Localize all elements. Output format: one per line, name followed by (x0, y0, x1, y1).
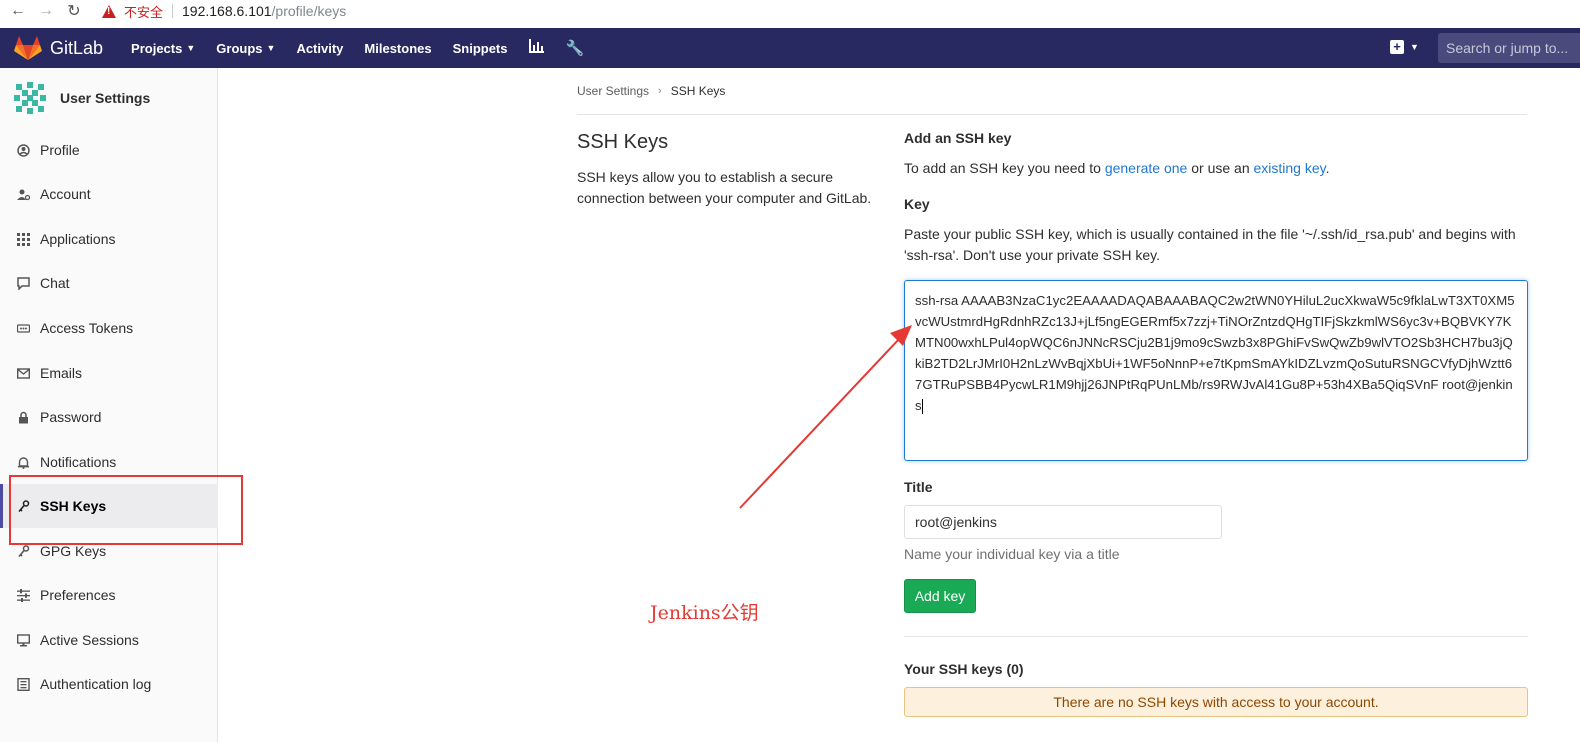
sidebar-item-preferences[interactable]: Preferences (0, 573, 218, 617)
add-key-description: To add an SSH key you need to generate o… (904, 160, 1330, 176)
authentication-log-icon (16, 677, 30, 691)
breadcrumb: User Settings › SSH Keys (577, 84, 725, 98)
chevron-down-icon: ▼ (1410, 42, 1419, 52)
emails-icon (16, 366, 30, 380)
sidebar-item-label: Password (40, 409, 102, 425)
preferences-icon (16, 588, 30, 602)
nav-groups[interactable]: Groups ▼ (216, 41, 275, 56)
brand-name: GitLab (50, 37, 104, 58)
sidebar-item-profile[interactable]: Profile (0, 128, 218, 172)
nav-snippets[interactable]: Snippets (453, 41, 508, 56)
sidebar-item-label: Applications (40, 231, 116, 247)
sidebar-item-authentication-log[interactable]: Authentication log (0, 662, 218, 706)
nav-activity[interactable]: Activity (296, 41, 343, 56)
url-host: 192.168.6.101 (182, 3, 272, 19)
top-navbar: GitLab Projects ▼ Groups ▼ Activity Milest… (0, 28, 1580, 68)
sidebar-header[interactable]: User Settings (0, 68, 217, 128)
profile-icon (16, 143, 30, 157)
sidebar-title: User Settings (60, 90, 151, 106)
access-tokens-icon (16, 321, 30, 335)
empty-state-alert: There are no SSH keys with access to you… (904, 687, 1528, 717)
active-sessions-icon (16, 633, 30, 647)
sidebar-item-label: Notifications (40, 454, 117, 470)
breadcrumb-parent[interactable]: User Settings (577, 84, 649, 98)
chat-icon (16, 276, 30, 290)
highlight-box (9, 475, 243, 545)
add-key-heading: Add an SSH key (904, 130, 1012, 146)
sidebar-item-active-sessions[interactable]: Active Sessions (0, 618, 218, 662)
forward-arrow-icon[interactable]: → (36, 1, 56, 21)
annotation-label: Jenkins公钥 (650, 602, 759, 624)
new-item-dropdown[interactable]: + ▼ (1390, 40, 1419, 54)
account-icon (16, 187, 30, 201)
sidebar-item-label: Emails (40, 365, 83, 381)
security-warning[interactable]: 不安全 (102, 2, 163, 21)
reload-icon[interactable]: ↻ (64, 1, 84, 21)
notifications-icon (16, 455, 30, 469)
sidebar-item-emails[interactable]: Emails (0, 351, 218, 395)
address-bar[interactable]: 192.168.6.101/profile/keys (182, 3, 346, 19)
nav-projects[interactable]: Projects ▼ (131, 41, 195, 56)
chevron-down-icon: ▼ (266, 43, 276, 53)
sidebar-item-label: Account (40, 186, 91, 202)
sidebar-item-label: Active Sessions (40, 632, 139, 648)
sidebar-item-label: Chat (40, 275, 70, 291)
browser-toolbar: ← → ↻ 不安全 192.168.6.101/profile/keys (0, 0, 1580, 22)
gitlab-logo-icon (14, 36, 42, 60)
back-arrow-icon[interactable]: ← (8, 1, 28, 21)
breadcrumb-current[interactable]: SSH Keys (671, 84, 726, 98)
page-title: SSH Keys (577, 131, 669, 153)
page-description: SSH keys allow you to establish a secure… (577, 169, 872, 206)
title-help-text: Name your individual key via a title (904, 546, 1120, 562)
sidebar-item-account[interactable]: Account (0, 172, 218, 216)
existing-key-link[interactable]: existing key (1254, 160, 1326, 176)
add-key-button[interactable]: Add key (904, 579, 976, 613)
avatar (12, 80, 48, 116)
sidebar-item-label: Authentication log (40, 676, 152, 692)
settings-sidebar: User Settings Profile Account Applicatio… (0, 68, 218, 742)
sidebar-item-applications[interactable]: Applications (0, 217, 218, 261)
warning-icon (102, 4, 116, 18)
divider (904, 636, 1528, 637)
password-icon (16, 410, 30, 424)
search-input[interactable]: Search or jump to... (1438, 33, 1580, 63)
security-label: 不安全 (124, 4, 164, 20)
gitlab-home-link[interactable]: GitLab (14, 35, 103, 61)
chevron-down-icon: ▼ (186, 43, 196, 53)
chevron-right-icon: › (658, 85, 662, 97)
gpg-key-icon (16, 544, 30, 558)
url-path: /profile/keys (271, 3, 347, 19)
sidebar-item-chat[interactable]: Chat (0, 261, 218, 305)
sidebar-item-label: Access Tokens (40, 320, 134, 336)
divider (577, 114, 1527, 115)
title-input[interactable]: root@jenkins (904, 505, 1222, 539)
chart-icon[interactable] (528, 39, 544, 57)
wrench-icon[interactable]: 🔧 (566, 39, 585, 57)
title-label: Title (904, 479, 933, 495)
plus-icon: + (1390, 40, 1404, 54)
key-help-text: Paste your public SSH key, which is usua… (904, 226, 1516, 263)
sidebar-item-label: Preferences (40, 587, 116, 603)
sidebar-item-password[interactable]: Password (0, 395, 218, 439)
generate-one-link[interactable]: generate one (1105, 160, 1188, 176)
key-textarea[interactable]: ssh-rsa AAAAB3NzaC1yc2EAAAADAQABAAABAQC2… (904, 280, 1528, 461)
applications-icon (16, 232, 30, 246)
nav-milestones[interactable]: Milestones (364, 41, 431, 56)
text-cursor (921, 399, 923, 415)
key-textarea-value: ssh-rsa AAAAB3NzaC1yc2EAAAADAQABAAABAQC2… (915, 293, 1515, 413)
sidebar-item-label: Profile (40, 142, 80, 158)
sidebar-item-access-tokens[interactable]: Access Tokens (0, 306, 218, 350)
key-label: Key (904, 196, 930, 212)
sidebar-item-label: GPG Keys (40, 543, 107, 559)
your-keys-heading: Your SSH keys (0) (904, 661, 1024, 677)
divider (172, 4, 174, 18)
